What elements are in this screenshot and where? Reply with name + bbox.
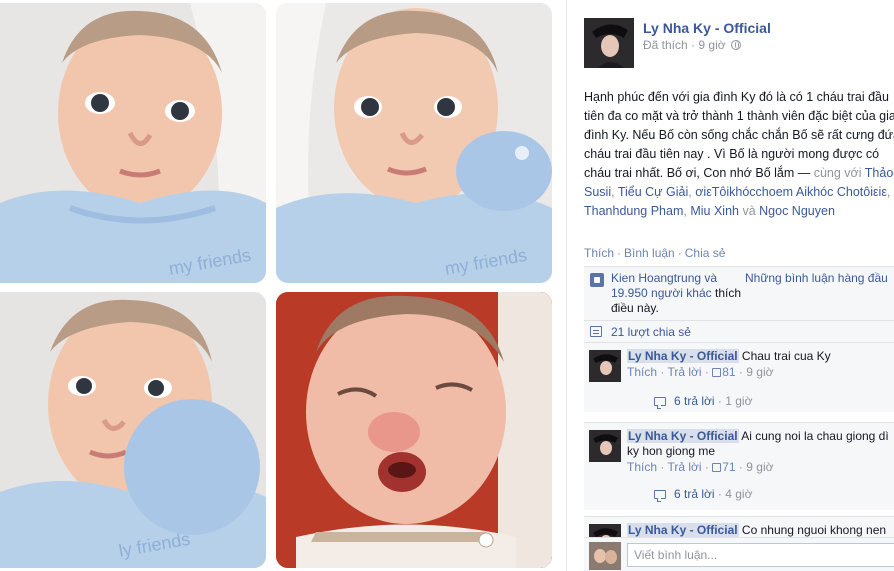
post-meta: Đã thích · 9 giờ (643, 38, 741, 52)
comment-item: Ly Nha Ky - Official Chau trai cua Ky Th… (584, 342, 894, 412)
comment-author[interactable]: Ly Nha Ky - Official (627, 349, 739, 363)
tagged-friend[interactable]: Aikhóc Chotôiεiε (796, 185, 887, 199)
thumbs-up-icon (712, 463, 722, 472)
baby-photo-1-image: my friends (0, 3, 266, 283)
comment-time[interactable]: 9 giờ (746, 365, 773, 379)
share-count[interactable]: 21 lượt chia sẻ (611, 325, 691, 339)
comment-reply-link[interactable]: Trả lời (667, 365, 701, 379)
baby-photo-3[interactable]: ly friends (0, 292, 266, 568)
share-link[interactable]: Chia sẻ (685, 246, 726, 260)
likers-names[interactable]: Kien Hoangtrung và (611, 271, 717, 285)
comment-text: Co nhung nguoi khong nen (741, 523, 887, 537)
comment-avatar[interactable] (589, 524, 621, 537)
baby-photo-1[interactable]: my friends (0, 3, 266, 283)
comment-item: Ly Nha Ky - Official Co nhung nguoi khon… (584, 516, 894, 537)
comment-text: Chau trai cua Ky (741, 349, 831, 363)
tagged-friend[interactable]: Thanhdung Pham (584, 204, 683, 218)
thumbs-up-icon (590, 273, 604, 287)
likes-summary: Kien Hoangtrung và 19.950 người khác thí… (584, 266, 894, 320)
comment-composer (584, 537, 894, 571)
comment-meta: Thích · Trả lời · 71 · 9 giờ (627, 460, 774, 474)
and-label: và (742, 204, 756, 218)
page-avatar[interactable] (584, 18, 634, 68)
like-link[interactable]: Thích (584, 246, 614, 260)
baby-photo-3-image: ly friends (0, 292, 266, 568)
baby-photo-2-image: my friends (276, 3, 552, 283)
share-count-row[interactable]: 21 lượt chia sẻ (584, 320, 894, 342)
tagged-friend[interactable]: Tiểu Cự Giải (618, 185, 688, 199)
liked-label[interactable]: Đã thích (643, 38, 688, 52)
comment-like-link[interactable]: Thích (627, 460, 657, 474)
thumbs-up-icon (712, 368, 722, 377)
others-liked-link[interactable]: 19.950 người khác (611, 286, 712, 300)
replies-link[interactable]: 6 trả lời · 4 giờ (654, 487, 753, 502)
comment-input[interactable] (627, 543, 894, 567)
likes-text: Kien Hoangtrung và 19.950 người khác thí… (611, 271, 741, 316)
photo-grid: my friends my friends ly friends (0, 0, 560, 571)
viewer-avatar (589, 542, 621, 570)
tagged-friend[interactable]: Ngoc Nguyen (759, 204, 835, 218)
top-comments-dropdown[interactable]: Những bình luận hàng đầu (745, 271, 888, 285)
baby-photo-4-image (276, 292, 552, 568)
post-text: Hạnh phúc đến với gia đình Ky đó là có 1… (584, 88, 894, 221)
post-time[interactable]: 9 giờ (698, 38, 725, 52)
comment-like-count[interactable]: 71 (722, 460, 735, 474)
replies-count[interactable]: 6 trả lời (674, 487, 715, 501)
with-label: cùng với (813, 166, 862, 180)
replies-count[interactable]: 6 trả lời (674, 394, 715, 408)
page-name[interactable]: Ly Nha Ky - Official (643, 20, 771, 36)
baby-photo-2[interactable]: my friends (276, 3, 552, 283)
comment-body: Ly Nha Ky - Official Co nhung nguoi khon… (627, 523, 894, 537)
comment-reply-link[interactable]: Trả lời (667, 460, 701, 474)
tagged-friend[interactable]: Miu Xinh (690, 204, 739, 218)
comment-like-link[interactable]: Thích (627, 365, 657, 379)
replies-link[interactable]: 6 trả lời · 1 giờ (654, 394, 753, 409)
reply-icon (654, 397, 666, 409)
comment-author[interactable]: Ly Nha Ky - Official (627, 429, 739, 443)
comment-author[interactable]: Ly Nha Ky - Official (627, 523, 739, 537)
comment-body: Ly Nha Ky - Official Ai cung noi la chau… (627, 429, 894, 475)
reply-icon (654, 490, 666, 502)
comment-meta: Thích · Trả lời · 81 · 9 giờ (627, 365, 774, 379)
comment-body: Ly Nha Ky - Official Chau trai cua Ky Th… (627, 349, 894, 380)
globe-icon[interactable] (730, 40, 741, 50)
comment-link[interactable]: Bình luận (624, 246, 675, 260)
post-actions: Thích · Bình luận · Chia sẻ (584, 246, 726, 260)
comment-avatar[interactable] (589, 350, 621, 382)
comment-like-count[interactable]: 81 (722, 365, 735, 379)
share-icon (590, 326, 602, 337)
comment-time[interactable]: 9 giờ (746, 460, 773, 474)
comment-item: Ly Nha Ky - Official Ai cung noi la chau… (584, 422, 894, 510)
replies-time: 1 giờ (725, 394, 753, 408)
tagged-friend[interactable]: ơiεTôikhócchoem (695, 185, 793, 199)
replies-time: 4 giờ (725, 487, 753, 501)
baby-photo-4[interactable] (276, 292, 552, 568)
post-panel: Ly Nha Ky - Official Đã thích · 9 giờ Hạ… (566, 0, 894, 571)
comment-avatar[interactable] (589, 430, 621, 462)
